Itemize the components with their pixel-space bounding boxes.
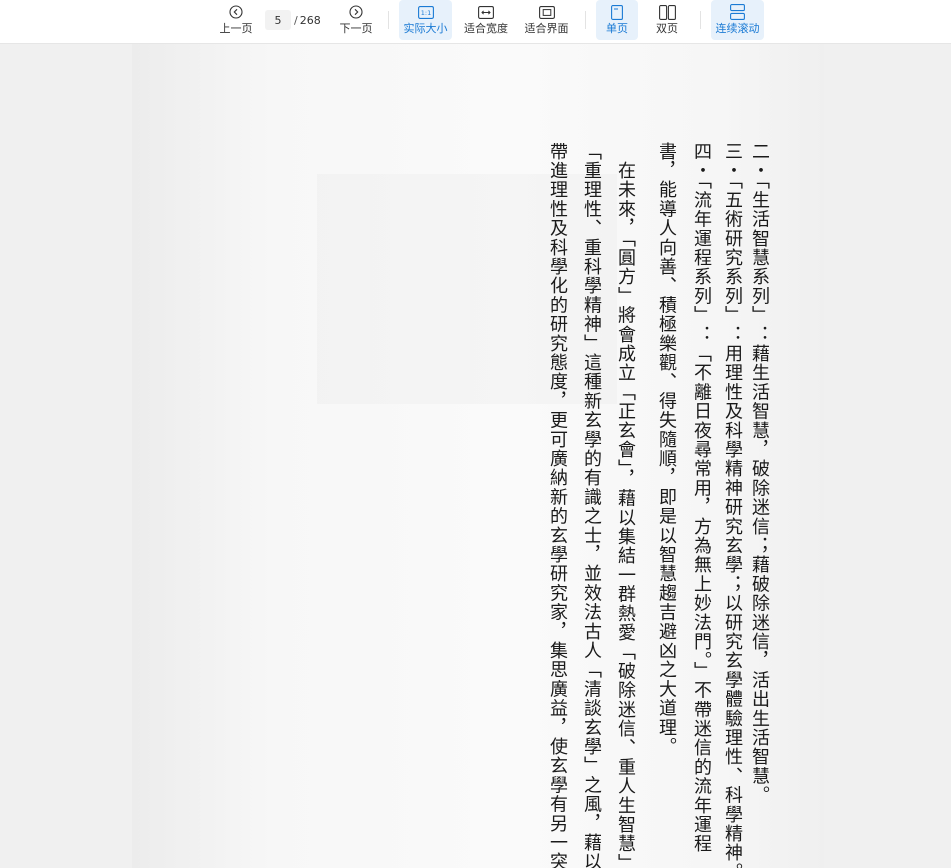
viewer-toolbar: 上一页 / 268 下一页 1:1 实际大小 适合宽度 适合界面	[0, 0, 951, 44]
text-line: 書，能導人向善、積極樂觀、得失隨順，即是以智慧趨吉避凶之大道理。	[656, 142, 677, 757]
double-page-label: 双页	[656, 22, 678, 35]
prev-page-label: 上一页	[219, 22, 253, 35]
fit-width-label: 适合宽度	[464, 22, 508, 35]
continuous-scroll-icon	[729, 3, 747, 21]
text-line: 帶進理性及科學化的研究態度，更可廣納新的玄學研究家，集思廣益，使玄學有另一突破。	[547, 142, 568, 868]
toolbar-divider	[388, 11, 389, 29]
chevron-right-circle-icon	[347, 3, 365, 21]
actual-size-label: 实际大小	[403, 22, 448, 35]
fit-page-button[interactable]: 适合界面	[520, 0, 573, 40]
toolbar-divider	[700, 11, 701, 29]
page-number-input[interactable]	[265, 10, 291, 30]
prev-page-button[interactable]: 上一页	[214, 0, 258, 40]
next-page-label: 下一页	[339, 22, 373, 35]
fit-page-label: 适合界面	[524, 22, 569, 35]
actual-size-button[interactable]: 1:1 实际大小	[399, 0, 452, 40]
text-line: 在未來，「圓方」將會成立「正玄會」，藉以集結一群熱愛「破除迷信、重人生智慧」及	[615, 142, 636, 868]
actual-size-icon: 1:1	[417, 3, 435, 21]
text-line: 「重理性、重科學精神」這種新玄學的有識之士，並效法古人「清談玄學」之風，藉以把玄…	[581, 142, 602, 868]
text-line: 三・「五術研究系列」：用理性及科學精神研究玄學；以研究玄學體驗理性、科學精神。	[722, 142, 743, 868]
double-page-button[interactable]: 双页	[646, 0, 688, 40]
chevron-left-circle-icon	[227, 3, 245, 21]
fit-width-button[interactable]: 适合宽度	[460, 0, 512, 40]
next-page-button[interactable]: 下一页	[334, 0, 378, 40]
total-pages: 268	[299, 13, 321, 27]
page-indicator: / 268	[265, 10, 321, 30]
single-page-icon	[608, 3, 626, 21]
page-separator: /	[294, 13, 298, 27]
continuous-scroll-label: 连续滚动	[715, 22, 760, 35]
fit-page-icon	[538, 3, 556, 21]
text-line: 四・「流年運程系列」：「不離日夜尋常用，方為無上妙法門。」不帶迷信的流年運程	[691, 142, 712, 854]
continuous-scroll-button[interactable]: 连续滚动	[711, 0, 764, 40]
double-page-icon	[658, 3, 676, 21]
fit-width-icon	[477, 3, 495, 21]
svg-text:1:1: 1:1	[420, 9, 430, 17]
document-page: 二・「生活智慧系列」：藉生活智慧，破除迷信；藉破除迷信，活出生活智慧。 三・「五…	[132, 44, 824, 868]
single-page-button[interactable]: 单页	[596, 0, 638, 40]
single-page-label: 单页	[606, 22, 628, 35]
toolbar-divider	[585, 11, 586, 29]
